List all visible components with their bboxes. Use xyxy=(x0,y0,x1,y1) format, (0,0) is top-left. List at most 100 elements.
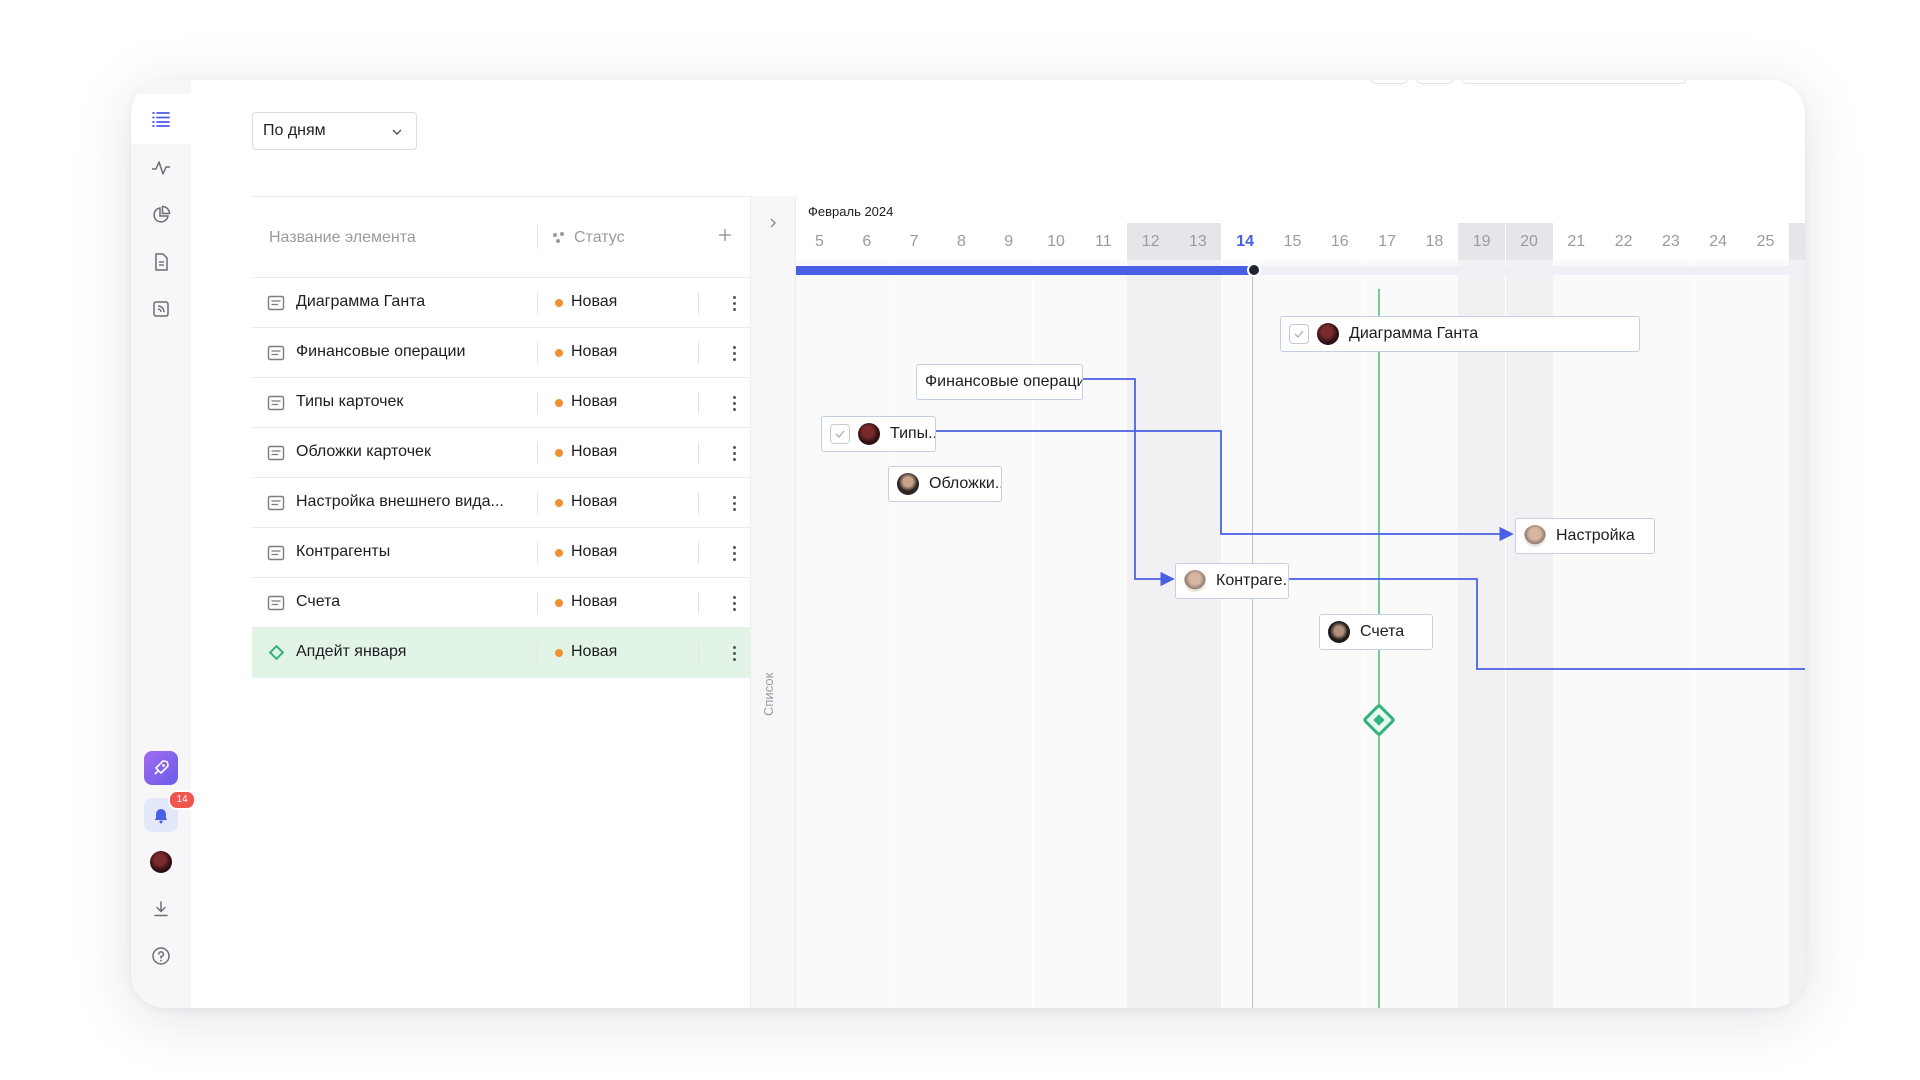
status-dot xyxy=(555,499,563,507)
document-icon[interactable] xyxy=(144,245,178,279)
avatar xyxy=(1317,323,1339,345)
feed-icon[interactable] xyxy=(144,292,178,326)
link-types-nastr xyxy=(936,430,1514,542)
more-options-icon[interactable] xyxy=(724,292,744,314)
column-status-label: Статус xyxy=(574,229,625,246)
task-icon xyxy=(267,495,285,511)
status-dot xyxy=(555,599,563,607)
gantt-task-fin-ops[interactable]: Финансовые операции xyxy=(916,364,1083,400)
status-dot xyxy=(555,349,563,357)
left-rail: 14 xyxy=(131,80,196,1008)
item-name[interactable]: Диаграмма Ганта xyxy=(296,293,425,311)
task-label: Обложки... xyxy=(929,475,1002,492)
status-icon xyxy=(553,232,564,243)
list-icon[interactable] xyxy=(131,94,191,144)
item-status[interactable]: Новая xyxy=(571,493,617,511)
column-status-header[interactable]: Статус xyxy=(552,229,625,247)
view-mode-select[interactable]: По дням xyxy=(252,112,417,150)
toolbar-control[interactable] xyxy=(1416,80,1454,84)
more-options-icon[interactable] xyxy=(724,492,744,514)
view-mode-value: По дням xyxy=(263,122,326,139)
task-icon xyxy=(267,595,285,611)
task-list: Название элемента Статус Диаграмма Ганта… xyxy=(252,196,750,1008)
help-icon[interactable] xyxy=(144,939,178,973)
task-icon xyxy=(267,445,285,461)
status-dot xyxy=(555,449,563,457)
status-dot xyxy=(555,549,563,557)
add-column-icon[interactable] xyxy=(715,225,735,245)
avatar xyxy=(1328,621,1350,643)
item-name[interactable]: Обложки карточек xyxy=(296,443,431,461)
item-status[interactable]: Новая xyxy=(571,343,617,361)
notification-badge: 14 xyxy=(168,790,196,810)
gantt-task-invoices[interactable]: Счета xyxy=(1319,614,1433,650)
status-dot xyxy=(555,299,563,307)
list-item[interactable]: Диаграмма Ганта Новая xyxy=(252,278,750,328)
status-dot xyxy=(555,649,563,657)
list-strip-label: Список xyxy=(761,672,776,716)
more-options-icon[interactable] xyxy=(724,642,744,664)
task-label: Финансовые операции xyxy=(925,373,1083,390)
task-icon xyxy=(267,545,285,561)
item-status[interactable]: Новая xyxy=(571,393,617,411)
task-label: Настройка xyxy=(1556,527,1635,544)
download-icon[interactable] xyxy=(144,892,178,926)
item-status[interactable]: Новая xyxy=(571,443,617,461)
bell-icon[interactable]: 14 xyxy=(144,790,196,832)
avatar xyxy=(1524,525,1546,547)
item-status[interactable]: Новая xyxy=(571,643,617,661)
chevron-right-icon[interactable] xyxy=(767,216,779,230)
chevron-down-icon xyxy=(392,129,402,135)
list-item[interactable]: Настройка внешнего вида... Новая xyxy=(252,478,750,528)
pie-chart-icon[interactable] xyxy=(144,198,178,232)
list-item[interactable]: Типы карточек Новая xyxy=(252,378,750,428)
more-options-icon[interactable] xyxy=(724,592,744,614)
checkbox[interactable] xyxy=(830,424,850,444)
task-icon xyxy=(267,345,285,361)
more-options-icon[interactable] xyxy=(724,392,744,414)
more-options-icon[interactable] xyxy=(724,342,744,364)
item-name[interactable]: Финансовые операции xyxy=(296,343,465,361)
item-name[interactable]: Счета xyxy=(296,593,340,611)
milestone-icon xyxy=(268,645,285,661)
task-icon xyxy=(267,295,285,311)
task-icon xyxy=(267,395,285,411)
toolbar-search[interactable] xyxy=(1461,80,1687,84)
item-status[interactable]: Новая xyxy=(571,293,617,311)
task-label: Контраге... xyxy=(1216,572,1289,589)
gantt-chart: Февраль 2024 5 6 7 8 9 10 11 12 13 14 15 16 17 18 19 20… xyxy=(796,196,1805,1008)
list-item[interactable]: Контрагенты Новая xyxy=(252,528,750,578)
gantt-task-card-types[interactable]: Типы... xyxy=(821,416,936,452)
list-item[interactable]: Финансовые операции Новая xyxy=(252,328,750,378)
task-label: Диаграмма Ганта xyxy=(1349,325,1479,342)
list-item[interactable]: Счета Новая xyxy=(252,578,750,628)
column-name-header[interactable]: Название элемента xyxy=(269,229,416,247)
more-options-icon[interactable] xyxy=(724,442,744,464)
avatar[interactable] xyxy=(144,845,178,879)
task-label: Счета xyxy=(1360,623,1405,640)
activity-icon[interactable] xyxy=(144,151,178,185)
link-fin-contr xyxy=(1082,378,1175,587)
list-item[interactable]: Обложки карточек Новая xyxy=(252,428,750,478)
gantt-task-card-covers[interactable]: Обложки... xyxy=(888,466,1002,502)
item-name[interactable]: Настройка внешнего вида... xyxy=(296,493,504,511)
gantt-task-appearance[interactable]: Настройка xyxy=(1515,518,1655,554)
app-window: 14 По дням Название элемента Статус Диаг… xyxy=(131,80,1805,1008)
item-name[interactable]: Типы карточек xyxy=(296,393,403,411)
avatar xyxy=(858,423,880,445)
item-status[interactable]: Новая xyxy=(571,543,617,561)
toolbar-control[interactable] xyxy=(1370,80,1408,84)
task-label: Типы... xyxy=(890,425,935,442)
item-status[interactable]: Новая xyxy=(571,593,617,611)
list-collapse-strip[interactable]: Список xyxy=(750,196,796,1008)
item-name[interactable]: Апдейт января xyxy=(296,643,406,661)
gantt-task-gantt-chart[interactable]: Диаграмма Ганта xyxy=(1280,316,1640,352)
avatar xyxy=(1184,570,1206,592)
more-options-icon[interactable] xyxy=(724,542,744,564)
rocket-icon[interactable] xyxy=(144,751,178,785)
checkbox[interactable] xyxy=(1289,324,1309,344)
avatar xyxy=(897,473,919,495)
gantt-task-contractors[interactable]: Контраге... xyxy=(1175,563,1289,599)
list-item[interactable]: Апдейт января Новая xyxy=(252,628,750,678)
item-name[interactable]: Контрагенты xyxy=(296,543,390,561)
